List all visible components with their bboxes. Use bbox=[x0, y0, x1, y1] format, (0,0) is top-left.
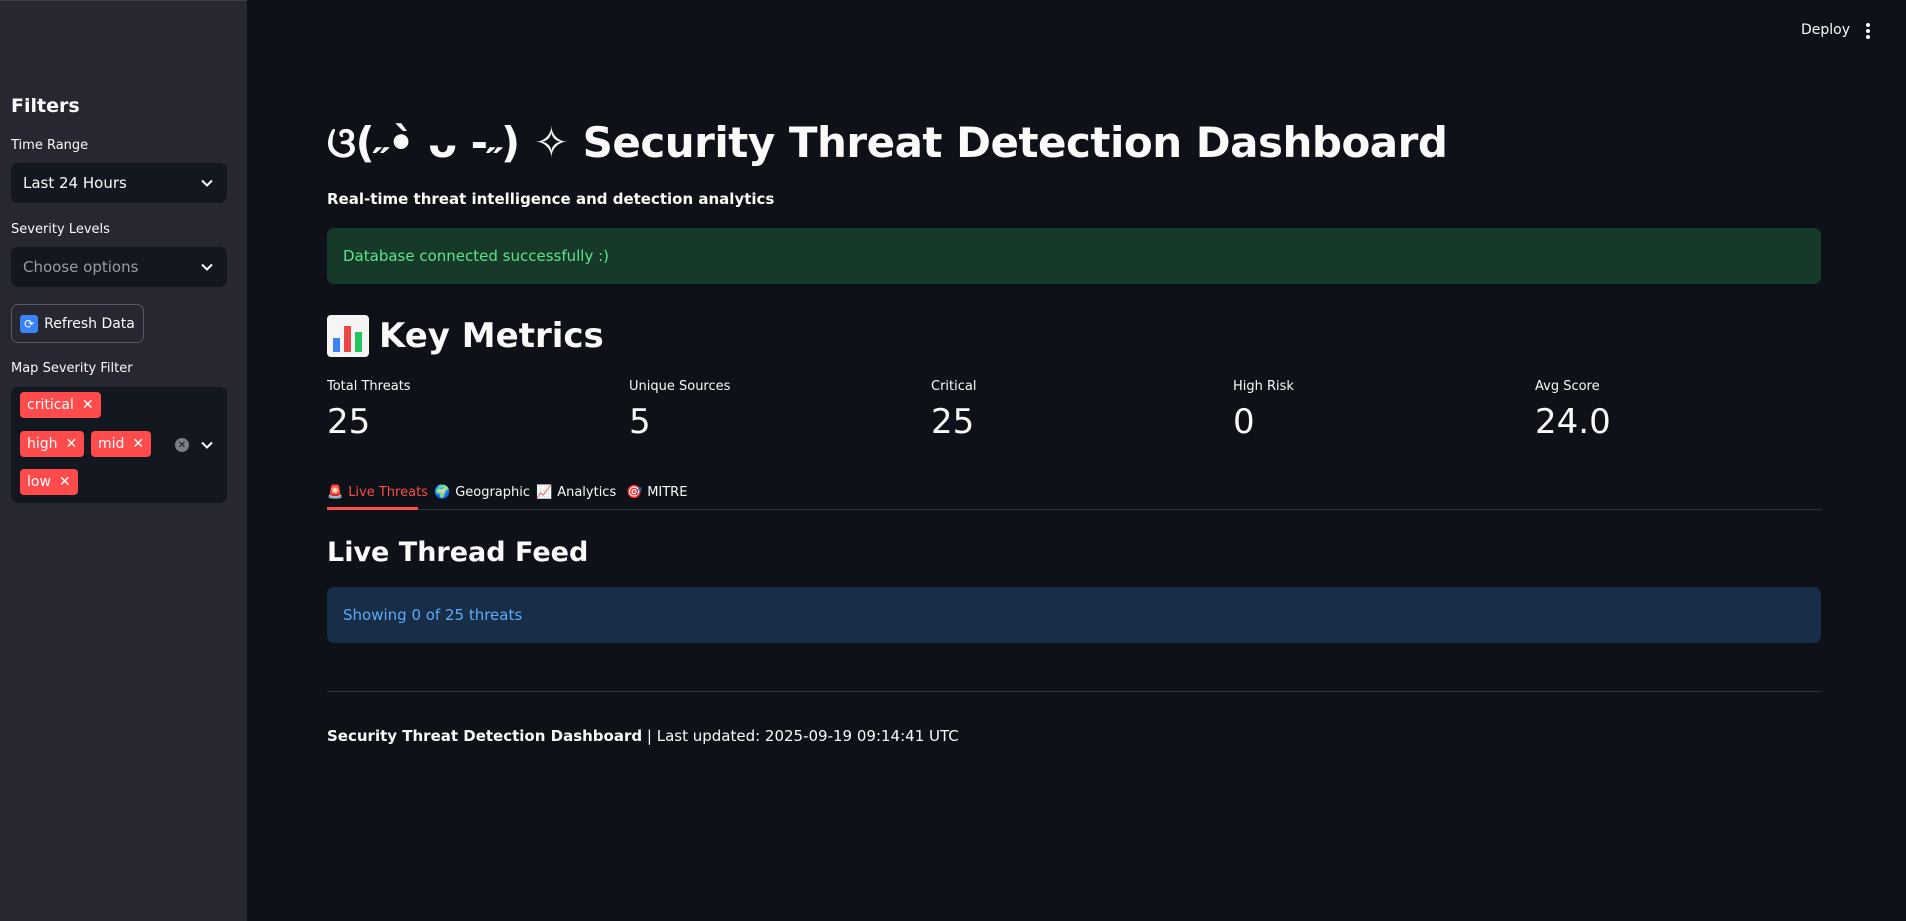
footer: Security Threat Detection Dashboard | La… bbox=[327, 727, 959, 745]
sidebar-heading: Filters bbox=[11, 95, 80, 117]
chevron-down-icon[interactable] bbox=[200, 437, 214, 456]
active-tab-indicator bbox=[327, 507, 418, 510]
metric-avg-score: Avg Score 24.0 bbox=[1535, 379, 1611, 442]
metric-total-threats: Total Threats 25 bbox=[327, 379, 411, 442]
severity-tag-high[interactable]: high ✕ bbox=[20, 431, 85, 457]
footer-title: Security Threat Detection Dashboard bbox=[327, 727, 643, 745]
clear-all-icon[interactable]: ✕ bbox=[175, 438, 189, 452]
close-icon[interactable]: ✕ bbox=[66, 436, 78, 452]
tab-label: MITRE bbox=[647, 484, 688, 500]
refresh-data-label: Refresh Data bbox=[44, 315, 135, 332]
time-range-label: Time Range bbox=[11, 138, 89, 153]
map-severity-filter-label: Map Severity Filter bbox=[11, 361, 133, 376]
severity-levels-select[interactable]: Choose options bbox=[11, 247, 227, 287]
key-metrics-title: Key Metrics bbox=[379, 316, 604, 356]
tab-live-threats[interactable]: 🚨 Live Threats bbox=[327, 478, 428, 506]
sidebar: Filters Time Range Last 24 Hours Severit… bbox=[0, 0, 247, 921]
time-range-value: Last 24 Hours bbox=[23, 174, 127, 192]
chevron-down-icon bbox=[199, 259, 215, 275]
metric-high-risk: High Risk 0 bbox=[1233, 379, 1294, 442]
tag-label: low bbox=[27, 474, 51, 490]
key-metrics-heading: Key Metrics bbox=[327, 315, 604, 357]
app-root: Filters Time Range Last 24 Hours Severit… bbox=[0, 0, 1906, 921]
globe-icon: 🌍 bbox=[434, 484, 451, 500]
refresh-data-button[interactable]: ⟳ Refresh Data bbox=[11, 304, 144, 343]
metric-value: 25 bbox=[931, 402, 975, 442]
deploy-button[interactable]: Deploy bbox=[1801, 22, 1850, 38]
time-range-select[interactable]: Last 24 Hours bbox=[11, 163, 227, 203]
severity-tag-critical[interactable]: critical ✕ bbox=[20, 392, 101, 418]
chevron-down-icon bbox=[199, 175, 215, 191]
metric-value: 5 bbox=[629, 402, 651, 442]
tag-label: critical bbox=[27, 397, 74, 413]
metric-label: Unique Sources bbox=[629, 379, 731, 394]
tab-label: Geographic bbox=[455, 484, 531, 500]
severity-tag-mid[interactable]: mid ✕ bbox=[91, 431, 152, 457]
tab-mitre[interactable]: 🎯 MITRE bbox=[626, 478, 687, 506]
metric-critical: Critical 25 bbox=[931, 379, 976, 442]
page-title: ଓ(˶•̀ ᴗ -˶) ✧ Security Threat Detection … bbox=[327, 118, 1448, 167]
metric-label: Avg Score bbox=[1535, 379, 1600, 394]
tab-geographic[interactable]: 🌍 Geographic bbox=[434, 478, 530, 506]
refresh-icon: ⟳ bbox=[20, 314, 39, 333]
tag-label: high bbox=[27, 436, 58, 452]
siren-icon: 🚨 bbox=[327, 484, 344, 500]
tab-analytics[interactable]: 📈 Analytics bbox=[536, 478, 616, 506]
info-alert: Showing 0 of 25 threats bbox=[327, 587, 1821, 643]
close-icon[interactable]: ✕ bbox=[132, 436, 144, 452]
page-subtitle: Real-time threat intelligence and detect… bbox=[327, 190, 775, 208]
chart-increasing-icon: 📈 bbox=[536, 484, 553, 500]
tab-label: Live Threats bbox=[348, 484, 428, 500]
metric-value: 0 bbox=[1233, 402, 1255, 442]
close-icon[interactable]: ✕ bbox=[59, 474, 71, 490]
map-severity-multiselect[interactable]: critical ✕ high ✕ mid ✕ low ✕ ✕ bbox=[11, 387, 227, 503]
tag-label: mid bbox=[98, 436, 125, 452]
more-menu-icon[interactable] bbox=[1863, 23, 1873, 39]
footer-updated: | Last updated: 2025-09-19 09:14:41 UTC bbox=[642, 727, 959, 745]
feed-title: Live Thread Feed bbox=[327, 537, 589, 568]
severity-tag-low[interactable]: low ✕ bbox=[20, 469, 78, 495]
severity-levels-label: Severity Levels bbox=[11, 222, 110, 237]
metric-value: 25 bbox=[327, 402, 371, 442]
severity-levels-placeholder: Choose options bbox=[23, 258, 139, 276]
metric-label: Critical bbox=[931, 379, 977, 394]
metric-value: 24.0 bbox=[1535, 402, 1611, 442]
tab-label: Analytics bbox=[557, 484, 617, 500]
metric-label: Total Threats bbox=[327, 379, 411, 394]
bar-chart-icon bbox=[327, 315, 369, 357]
metric-unique-sources: Unique Sources 5 bbox=[629, 379, 730, 442]
target-icon: 🎯 bbox=[626, 484, 643, 500]
success-alert: Database connected successfully :) bbox=[327, 228, 1821, 284]
tab-bar: 🚨 Live Threats 🌍 Geographic 📈 Analytics … bbox=[327, 474, 1821, 510]
metric-label: High Risk bbox=[1233, 379, 1294, 394]
divider bbox=[327, 691, 1821, 692]
close-icon[interactable]: ✕ bbox=[82, 397, 94, 413]
